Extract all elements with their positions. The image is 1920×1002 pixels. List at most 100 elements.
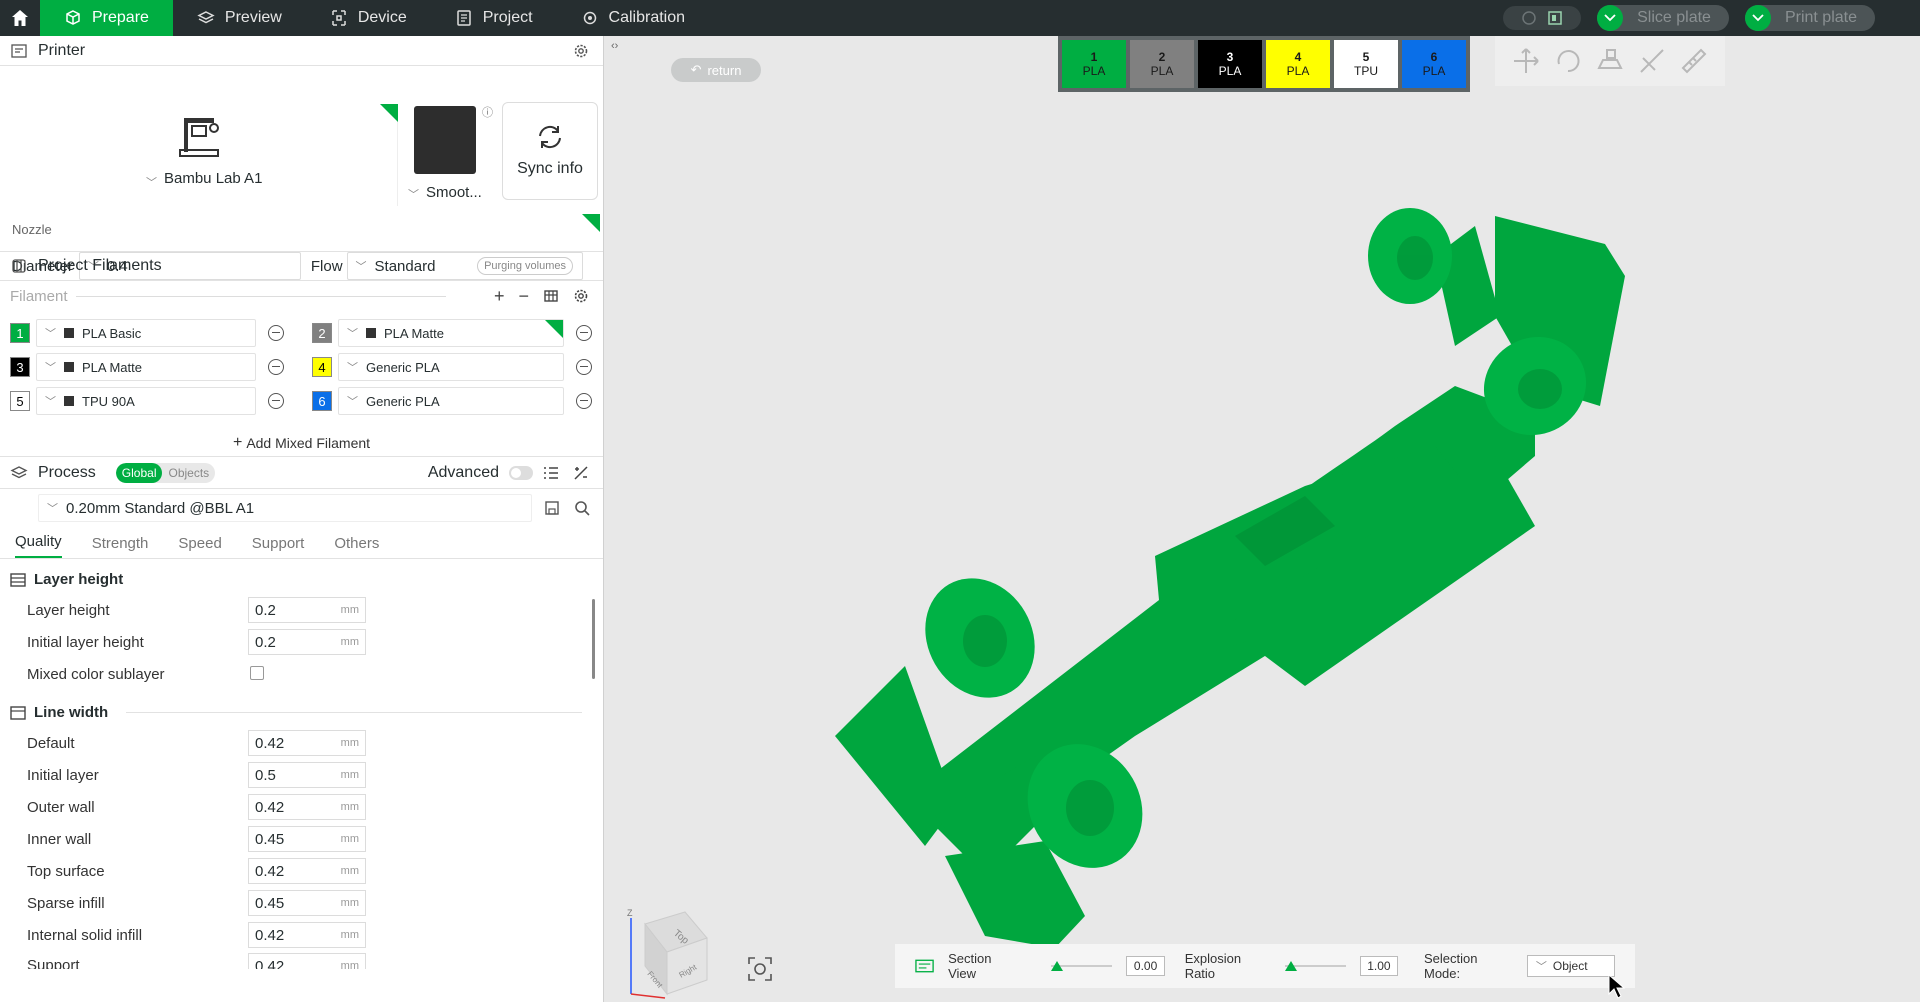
return-button[interactable]: ↶ return	[671, 58, 761, 82]
filament-grid-icon[interactable]	[543, 288, 559, 304]
move-icon[interactable]	[1511, 46, 1541, 76]
add-mixed-filament-button[interactable]: + Add Mixed Filament	[0, 429, 603, 457]
setting-label: Sparse infill	[27, 895, 105, 912]
filament-slot-3[interactable]: 3 PLA	[1198, 40, 1262, 88]
lay-on-face-icon[interactable]	[1595, 46, 1625, 76]
tab-others[interactable]: Others	[334, 535, 379, 558]
filament-select[interactable]: ﹀ TPU 90A	[36, 387, 256, 415]
slider-knob[interactable]	[1051, 961, 1064, 971]
tab-device[interactable]: Device	[306, 0, 431, 36]
objects-toggle[interactable]: Objects	[162, 463, 215, 483]
tab-support[interactable]: Support	[252, 535, 305, 558]
filament-slot-4[interactable]: 4 PLA	[1266, 40, 1330, 88]
cut-icon[interactable]	[1637, 46, 1667, 76]
global-objects-toggle[interactable]: Global Objects	[115, 462, 216, 483]
filament-select[interactable]: ﹀ Generic PLA	[338, 387, 564, 415]
tab-strength[interactable]: Strength	[92, 535, 149, 558]
navigation-cube[interactable]: Top Front Right Z	[625, 894, 725, 1002]
filament-select[interactable]: ﹀ PLA Basic	[36, 319, 256, 347]
print-dropdown[interactable]	[1744, 5, 1771, 31]
filament-item-2[interactable]: 2 ﹀ PLA Matte	[312, 319, 592, 347]
remove-filament-icon[interactable]: −	[518, 286, 529, 307]
layer-height-input[interactable]: 0.2 mm	[248, 597, 366, 623]
remove-filament-icon[interactable]	[268, 393, 284, 409]
collapse-sidebar-icon[interactable]: ‹›	[611, 40, 618, 52]
selection-mode-select[interactable]: ﹀ Object	[1526, 955, 1616, 977]
filament-item-3[interactable]: 3 ﹀ PLA Matte	[10, 353, 284, 381]
filament-item-4[interactable]: 4 ﹀ Generic PLA	[312, 353, 592, 381]
setting-label: Top surface	[27, 863, 105, 880]
filament-item-5[interactable]: 5 ﹀ TPU 90A	[10, 387, 284, 415]
process-section-icon	[10, 465, 28, 478]
filament-item-1[interactable]: 1 ﹀ PLA Basic	[10, 319, 284, 347]
line-width-internal-solid-infill-input[interactable]: 0.42 mm	[248, 922, 366, 948]
save-icon[interactable]	[544, 500, 560, 516]
explosion-ratio-slider[interactable]	[1284, 961, 1346, 971]
tab-speed[interactable]: Speed	[178, 535, 221, 558]
tab-prepare[interactable]: Prepare	[40, 0, 173, 36]
filament-item-6[interactable]: 6 ﹀ Generic PLA	[312, 387, 592, 415]
line-width-inner-wall-input[interactable]: 0.45 mm	[248, 826, 366, 852]
search-icon[interactable]	[574, 500, 590, 516]
process-preset-select[interactable]: ﹀ 0.20mm Standard @BBL A1	[38, 494, 532, 522]
camera-reset-icon[interactable]	[745, 954, 775, 984]
sync-info-button[interactable]: Sync info	[502, 102, 598, 200]
filament-slot-1[interactable]: 1 PLA	[1062, 40, 1126, 88]
filament-label: Filament	[10, 287, 68, 305]
line-width-support-input[interactable]: 0.42 mm	[248, 953, 366, 969]
line-width-default-input[interactable]: 0.42 mm	[248, 730, 366, 756]
printer-section-header[interactable]: Printer	[0, 36, 603, 66]
view-mode-toggle[interactable]	[1503, 6, 1582, 30]
filament-select[interactable]: ﹀ PLA Matte	[36, 353, 256, 381]
remove-filament-icon[interactable]	[576, 325, 592, 341]
advanced-switch[interactable]	[509, 465, 533, 480]
filament-select[interactable]: ﹀ PLA Matte	[338, 319, 564, 347]
global-toggle[interactable]: Global	[115, 462, 163, 483]
selection-mode-value: Object	[1552, 959, 1588, 973]
filament-slot-6[interactable]: 6 PLA	[1402, 40, 1466, 88]
home-button[interactable]	[0, 0, 40, 36]
remove-filament-icon[interactable]	[268, 325, 284, 341]
line-width-initial-layer-input[interactable]: 0.5 mm	[248, 762, 366, 788]
section-view-value[interactable]: 0.00	[1126, 956, 1165, 976]
line-width-sparse-infill-input[interactable]: 0.45 mm	[248, 890, 366, 916]
tab-calibration[interactable]: Calibration	[557, 0, 709, 36]
filament-number: 3	[10, 357, 30, 377]
tab-preview[interactable]: Preview	[173, 0, 306, 36]
explosion-ratio-value[interactable]: 1.00	[1359, 956, 1398, 976]
print-plate-button[interactable]: Print plate	[1744, 5, 1875, 31]
slider-knob[interactable]	[1284, 961, 1297, 971]
nozzle-sync-badge	[582, 214, 600, 232]
mixed-color-sublayer-checkbox[interactable]	[250, 666, 264, 680]
gear-icon[interactable]	[573, 288, 589, 304]
tab-project[interactable]: Project	[431, 0, 557, 36]
gear-icon[interactable]	[573, 43, 589, 59]
remove-filament-icon[interactable]	[268, 359, 284, 375]
measure-icon[interactable]	[1679, 46, 1709, 76]
filament-select[interactable]: ﹀ Generic PLA	[338, 353, 564, 381]
initial-layer-height-input[interactable]: 0.2 mm	[248, 629, 366, 655]
slice-dropdown[interactable]	[1597, 5, 1624, 31]
filament-slot-5[interactable]: 5 TPU	[1334, 40, 1398, 88]
line-width-top-surface-input[interactable]: 0.42 mm	[248, 858, 366, 884]
group-line-width-title: Line width	[34, 704, 109, 721]
compare-icon[interactable]	[573, 465, 589, 481]
plate-selector[interactable]: ⓘ ﹀ Smoot...	[404, 104, 496, 208]
3d-viewport[interactable]: ‹› ↶ return 1 PLA 2 PLA 3 PLA 4 PLA 5 TPU 6 PL…	[605, 36, 1920, 1002]
filaments-section-header[interactable]: Project Filaments Purging volumes	[0, 251, 603, 281]
remove-filament-icon[interactable]	[576, 359, 592, 375]
printer-selector[interactable]: ﹀ Bambu Lab A1	[4, 104, 398, 206]
purging-volumes-button[interactable]: Purging volumes	[477, 257, 573, 275]
line-width-outer-wall-input[interactable]: 0.42 mm	[248, 794, 366, 820]
filament-slot-2[interactable]: 2 PLA	[1130, 40, 1194, 88]
setting-label: Outer wall	[27, 799, 95, 816]
settings-scrollbar[interactable]	[592, 599, 595, 679]
remove-filament-icon[interactable]	[576, 393, 592, 409]
slice-plate-button[interactable]: Slice plate	[1597, 5, 1729, 31]
tab-quality[interactable]: Quality	[15, 533, 62, 558]
section-view-slider[interactable]	[1051, 961, 1113, 971]
list-icon[interactable]	[543, 466, 559, 480]
rotate-icon[interactable]	[1553, 46, 1583, 76]
race-car-model[interactable]	[835, 196, 1755, 976]
add-filament-icon[interactable]: +	[494, 286, 505, 307]
